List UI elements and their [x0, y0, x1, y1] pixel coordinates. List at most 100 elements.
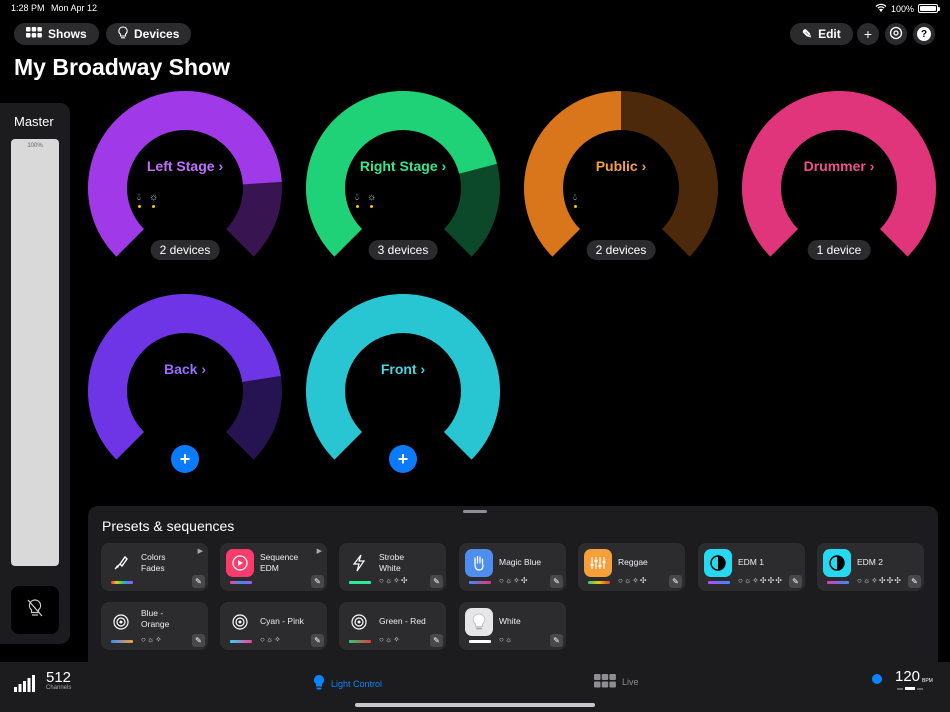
group-dial-right-stage[interactable]: Right Stage › 💧︎ ☼ 3 devices: [305, 90, 501, 286]
effect-icons: ○☼✧✣✣✣: [857, 576, 902, 585]
preset-name: Reggae: [618, 557, 648, 567]
grid-icon: [26, 27, 42, 41]
target-icon: [107, 608, 135, 636]
pencil-icon: ✎: [314, 636, 321, 645]
group-dial-public[interactable]: Public › 💧︎ 2 devices: [523, 90, 719, 286]
preset-card[interactable]: Strobe White ○☼✧✣ ✎: [339, 543, 446, 591]
home-indicator: [355, 703, 595, 707]
preset-name: Magic Blue: [499, 557, 542, 567]
effect-icons: ○☼✧✣✣✣: [738, 576, 783, 585]
add-device-button[interactable]: +: [389, 445, 417, 473]
preset-card[interactable]: Reggae ○☼✧✣ ✎: [578, 543, 685, 591]
preset-name: Cyan - Pink: [260, 616, 304, 626]
pencil-icon: ✎: [433, 577, 440, 586]
presets-panel: Presets & sequences Colors Fades ▶ ✎ Sequ…: [88, 506, 938, 662]
presets-title: Presets & sequences: [102, 518, 235, 534]
preset-card[interactable]: EDM 1 ○☼✧✣✣✣ ✎: [698, 543, 805, 591]
edit-preset-button[interactable]: ✎: [192, 575, 205, 588]
tab-light-control[interactable]: Light Control: [313, 674, 382, 693]
master-level: 100%: [27, 143, 43, 149]
preset-name: Sequence EDM: [260, 552, 299, 573]
pencil-icon: ✎: [195, 577, 202, 586]
group-dial-drummer[interactable]: Drummer › 1 device: [741, 90, 937, 286]
plus-icon: +: [863, 26, 873, 42]
status-date: Mon Apr 12: [51, 3, 98, 13]
pencil-icon: ✎: [433, 636, 440, 645]
pencil-icon: ✎: [553, 636, 560, 645]
droplet-icon: 💧︎: [573, 192, 577, 208]
group-effects: 💧︎ ☼: [355, 192, 377, 208]
page-title: My Broadway Show: [14, 54, 230, 80]
preset-card[interactable]: Magic Blue ○☼✧✣ ✎: [459, 543, 566, 591]
play-icon[interactable]: ▶: [198, 547, 203, 555]
device-count[interactable]: 3 devices: [368, 240, 438, 260]
bpm-value[interactable]: 120: [895, 668, 920, 685]
color-strip: [708, 581, 730, 584]
play-icon[interactable]: ▶: [317, 547, 322, 555]
preset-card[interactable]: Sequence EDM ▶ ✎: [220, 543, 327, 591]
edit-preset-button[interactable]: ✎: [908, 575, 921, 588]
device-count[interactable]: 1 device: [807, 240, 871, 260]
device-count[interactable]: 2 devices: [586, 240, 656, 260]
group-effects: 💧︎ ☼: [137, 192, 158, 208]
settings-button[interactable]: [885, 23, 907, 45]
drag-handle[interactable]: [463, 510, 487, 513]
group-dial-back[interactable]: Back › +: [87, 293, 283, 489]
edit-preset-button[interactable]: ✎: [789, 575, 802, 588]
battery-icon: [918, 4, 940, 13]
edit-button[interactable]: ✎ Edit: [790, 23, 853, 45]
plus-icon: +: [179, 448, 191, 469]
effect-icons: ○☼✧✣: [499, 576, 529, 585]
group-dial-left-stage[interactable]: Left Stage › 💧︎ ☼ 2 devices: [87, 90, 283, 286]
master-slider[interactable]: 100%: [11, 139, 59, 566]
battery-percent: 100%: [890, 3, 914, 14]
color-strip: [469, 640, 491, 643]
group-name[interactable]: Right Stage ›: [305, 158, 501, 174]
add-button[interactable]: +: [857, 23, 879, 45]
devices-button[interactable]: Devices: [106, 23, 192, 45]
effect-icons: ○☼✧: [379, 635, 401, 644]
preset-card[interactable]: Cyan - Pink ○☼✧ ✎: [220, 602, 327, 650]
preset-card[interactable]: Colors Fades ▶ ✎: [101, 543, 208, 591]
edit-preset-button[interactable]: ✎: [669, 575, 682, 588]
preset-card[interactable]: White ○☼ ✎: [459, 602, 566, 650]
group-name[interactable]: Left Stage ›: [87, 158, 283, 174]
blackout-button[interactable]: [11, 586, 59, 634]
group-dial-front[interactable]: Front › +: [305, 293, 501, 489]
preset-card[interactable]: Green - Red ○☼✧ ✎: [339, 602, 446, 650]
group-name[interactable]: Front ›: [305, 361, 501, 377]
group-name[interactable]: Back ›: [87, 361, 283, 377]
group-name[interactable]: Drummer ›: [741, 158, 937, 174]
shows-button[interactable]: Shows: [14, 23, 99, 45]
edit-preset-button[interactable]: ✎: [430, 575, 443, 588]
half-circle-icon: [704, 549, 732, 577]
pencil-icon: ✎: [195, 636, 202, 645]
beat-indicator: [872, 674, 882, 684]
edit-preset-button[interactable]: ✎: [311, 575, 324, 588]
preset-card[interactable]: Blue - Orange ○☼✧ ✎: [101, 602, 208, 650]
droplet-icon: 💧︎: [355, 192, 359, 208]
device-count[interactable]: 2 devices: [150, 240, 220, 260]
lightbulb-icon: [118, 26, 128, 42]
edit-preset-button[interactable]: ✎: [550, 575, 563, 588]
tab-live[interactable]: Live: [594, 674, 639, 690]
preset-name: Green - Red: [379, 616, 426, 626]
pencil-icon: ✎: [672, 577, 679, 586]
sun-icon: ☼: [367, 192, 377, 208]
effect-icons: ○☼✧✣: [618, 576, 648, 585]
color-strip: [111, 581, 133, 584]
master-panel: Master 100%: [0, 103, 70, 644]
target-icon: [226, 608, 254, 636]
lightbulb-icon: [313, 674, 325, 693]
help-button[interactable]: ?: [913, 23, 935, 45]
lightbulb-off-icon: [27, 598, 43, 623]
preset-card[interactable]: EDM 2 ○☼✧✣✣✣ ✎: [817, 543, 924, 591]
pencil-icon: ✎: [553, 577, 560, 586]
edit-preset-button[interactable]: ✎: [550, 634, 563, 647]
half-circle-icon: [823, 549, 851, 577]
add-device-button[interactable]: +: [171, 445, 199, 473]
edit-preset-button[interactable]: ✎: [311, 634, 324, 647]
group-name[interactable]: Public ›: [523, 158, 719, 174]
edit-preset-button[interactable]: ✎: [430, 634, 443, 647]
edit-preset-button[interactable]: ✎: [192, 634, 205, 647]
